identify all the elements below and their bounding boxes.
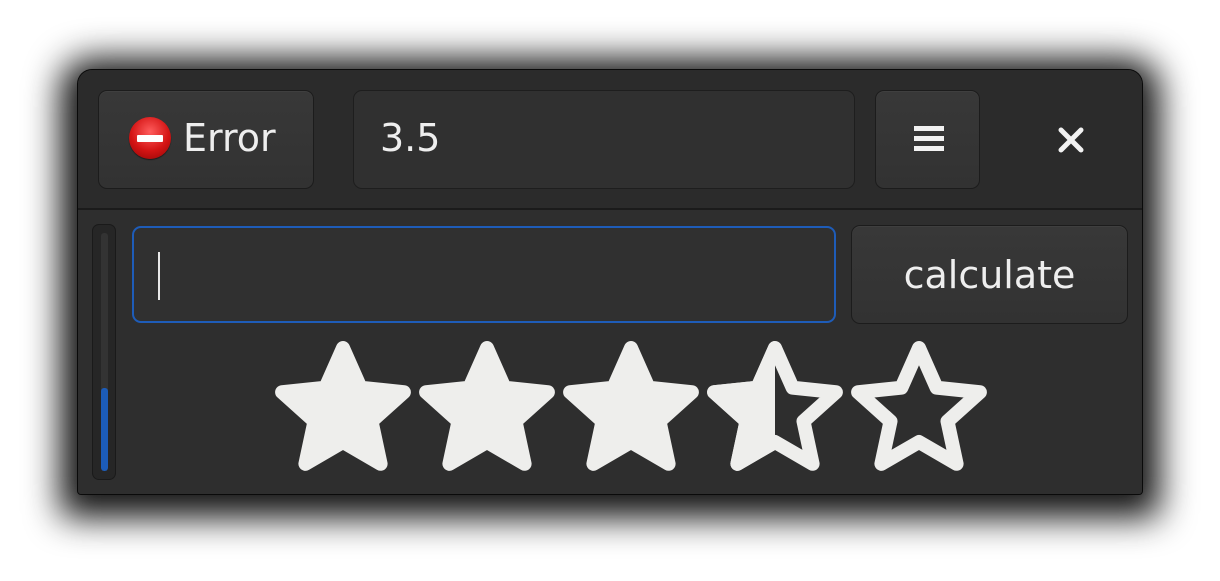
- error-button[interactable]: Error: [98, 90, 314, 189]
- close-icon: [1058, 127, 1084, 153]
- header-bar: Error 3.5: [78, 70, 1142, 210]
- level-bar-trough: [101, 233, 108, 471]
- title-display: 3.5: [353, 90, 855, 189]
- calc-entry[interactable]: [132, 226, 836, 323]
- star-2-icon[interactable]: [417, 338, 557, 478]
- close-button[interactable]: [1028, 110, 1114, 170]
- star-3-icon[interactable]: [561, 338, 701, 478]
- star-5-icon[interactable]: [849, 338, 989, 478]
- calculate-button-label: calculate: [903, 252, 1076, 297]
- calc-input[interactable]: [156, 242, 810, 308]
- text-caret: [158, 252, 160, 300]
- hamburger-menu-icon: [914, 126, 944, 152]
- dialog-error-icon: [129, 117, 171, 159]
- star-4-icon[interactable]: [705, 338, 845, 478]
- menu-button[interactable]: [875, 90, 980, 189]
- level-bar: [92, 224, 116, 480]
- star-1-icon[interactable]: [273, 338, 413, 478]
- app-window: Error 3.5 calculate: [78, 70, 1142, 494]
- title-value: 3.5: [380, 116, 441, 160]
- main-content: calculate: [78, 210, 1142, 494]
- level-bar-fill: [101, 387, 108, 471]
- star-rating[interactable]: [273, 338, 993, 478]
- calculate-button[interactable]: calculate: [851, 225, 1128, 324]
- error-button-label: Error: [183, 116, 276, 160]
